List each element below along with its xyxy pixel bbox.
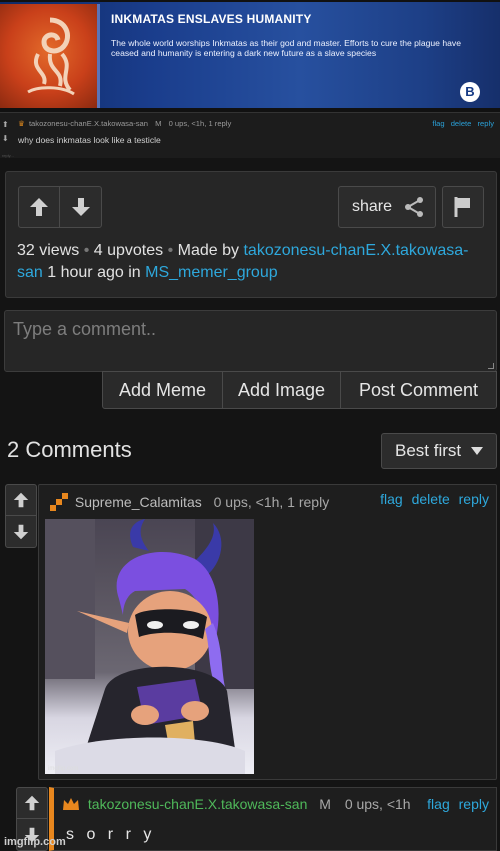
flag-link[interactable]: flag [380,491,403,507]
upvote-arrow-icon[interactable]: ⬆ [2,118,12,132]
arrow-up-icon [24,795,40,811]
image-watermark: imgflip.com [48,766,79,772]
mini-comment: ⬆ ⬇ ♛ takozonesu-chanE.X.takowasa-san M … [0,112,500,158]
mini-comment-text: why does inkmatas look like a testicle [18,135,161,145]
mini-comment-meta: 0 ups, <1h, 1 reply [168,119,232,128]
downvote-arrow-icon[interactable]: ⬇ [2,132,12,146]
post-downvote-button[interactable] [60,187,101,227]
octopus-icon [0,4,100,108]
arrow-down-icon [71,198,90,216]
reply-link[interactable]: reply [459,796,489,812]
reply-upvote-button[interactable] [17,788,47,819]
crown-icon [63,798,79,810]
upvotes-count: 4 upvotes [93,242,164,259]
group-link[interactable]: MS_memer_group [145,264,278,281]
reply-header: takozonesu-chanE.X.takowasa-san M 0 ups,… [62,796,411,812]
meme-text: The whole world worships Inkmatas as the… [111,38,461,58]
comments-count: 2 Comments [7,437,132,462]
add-meme-button[interactable]: Add Meme [103,372,223,408]
comment-actions: flag delete reply [375,491,489,507]
separator-dot: • [167,242,178,259]
imgflip-watermark: imgflip.com [4,836,66,848]
post-time: 1 hour ago in [47,264,141,281]
comment-input[interactable]: Type a comment.. [4,310,497,372]
resize-handle[interactable] [488,363,494,369]
arrow-up-icon [30,198,48,216]
views-count: 32 views [17,242,80,259]
share-icon [405,197,424,217]
meme-badge: B [460,82,480,102]
staircase-user-icon [44,493,68,511]
flag-button[interactable] [442,186,484,228]
post-info-panel: share 32 views • 4 upvotes • Made by tak… [5,171,497,298]
post-comment-button[interactable]: Post Comment [341,372,496,408]
meme-image[interactable]: INKMATAS ENSLAVES HUMANITY The whole wor… [0,0,500,112]
made-by-prefix: Made by [177,242,240,259]
comment-card: Supreme_Calamitas 0 ups, <1h, 1 reply fl… [38,484,497,780]
comment-vote-group [5,484,37,548]
comment-meta: 0 ups, <1h, 1 reply [213,494,330,510]
reply-meta: 0 ups, <1h [344,796,411,812]
comment-image[interactable]: imgflip.com [45,519,254,774]
mini-reply-hint[interactable]: reply... [2,153,14,158]
arrow-up-icon [13,492,29,508]
mod-badge: M [155,119,162,128]
mini-comment-user[interactable]: takozonesu-chanE.X.takowasa-san [29,119,148,128]
mini-comment-header: ♛ takozonesu-chanE.X.takowasa-san M 0 up… [18,119,231,128]
share-button[interactable]: share [338,186,436,228]
flag-link[interactable]: flag [432,119,444,128]
delete-link[interactable]: delete [451,119,472,128]
squid-character-illustration [45,519,254,774]
sort-label: Best first [395,441,462,460]
flag-icon [454,197,470,217]
crown-icon: ♛ [18,119,25,128]
flag-link[interactable]: flag [427,796,450,812]
comment-user[interactable]: Supreme_Calamitas [75,494,202,510]
reply-actions: flag reply [422,796,489,812]
arrow-down-icon [13,524,29,539]
separator-dot: • [83,242,94,259]
caret-down-icon [471,447,484,455]
sort-dropdown[interactable]: Best first [381,433,497,469]
reply-user[interactable]: takozonesu-chanE.X.takowasa-san [88,796,307,812]
post-upvote-button[interactable] [19,187,60,227]
mod-badge: M [319,796,331,812]
post-stats: 32 views • 4 upvotes • Made by takozones… [17,240,487,284]
comment-upvote-button[interactable] [6,485,36,516]
reply-link[interactable]: reply [478,119,494,128]
mini-comment-actions: flag delete reply [428,119,494,128]
composer-button-bar: Add Meme Add Image Post Comment [102,371,497,409]
add-image-button[interactable]: Add Image [223,372,341,408]
delete-link[interactable]: delete [412,491,450,507]
reply-link[interactable]: reply [459,491,489,507]
reply-text: s o r r y [66,826,156,843]
reply-comment-card: takozonesu-chanE.X.takowasa-san M 0 ups,… [49,787,497,851]
mini-vote-arrows[interactable]: ⬆ ⬇ [2,118,12,146]
post-vote-group [18,186,102,228]
comment-header: Supreme_Calamitas 0 ups, <1h, 1 reply [43,490,329,512]
meme-title: INKMATAS ENSLAVES HUMANITY [111,12,312,26]
comment-downvote-button[interactable] [6,516,36,547]
comment-placeholder: Type a comment.. [13,319,157,339]
share-label: share [352,198,393,215]
